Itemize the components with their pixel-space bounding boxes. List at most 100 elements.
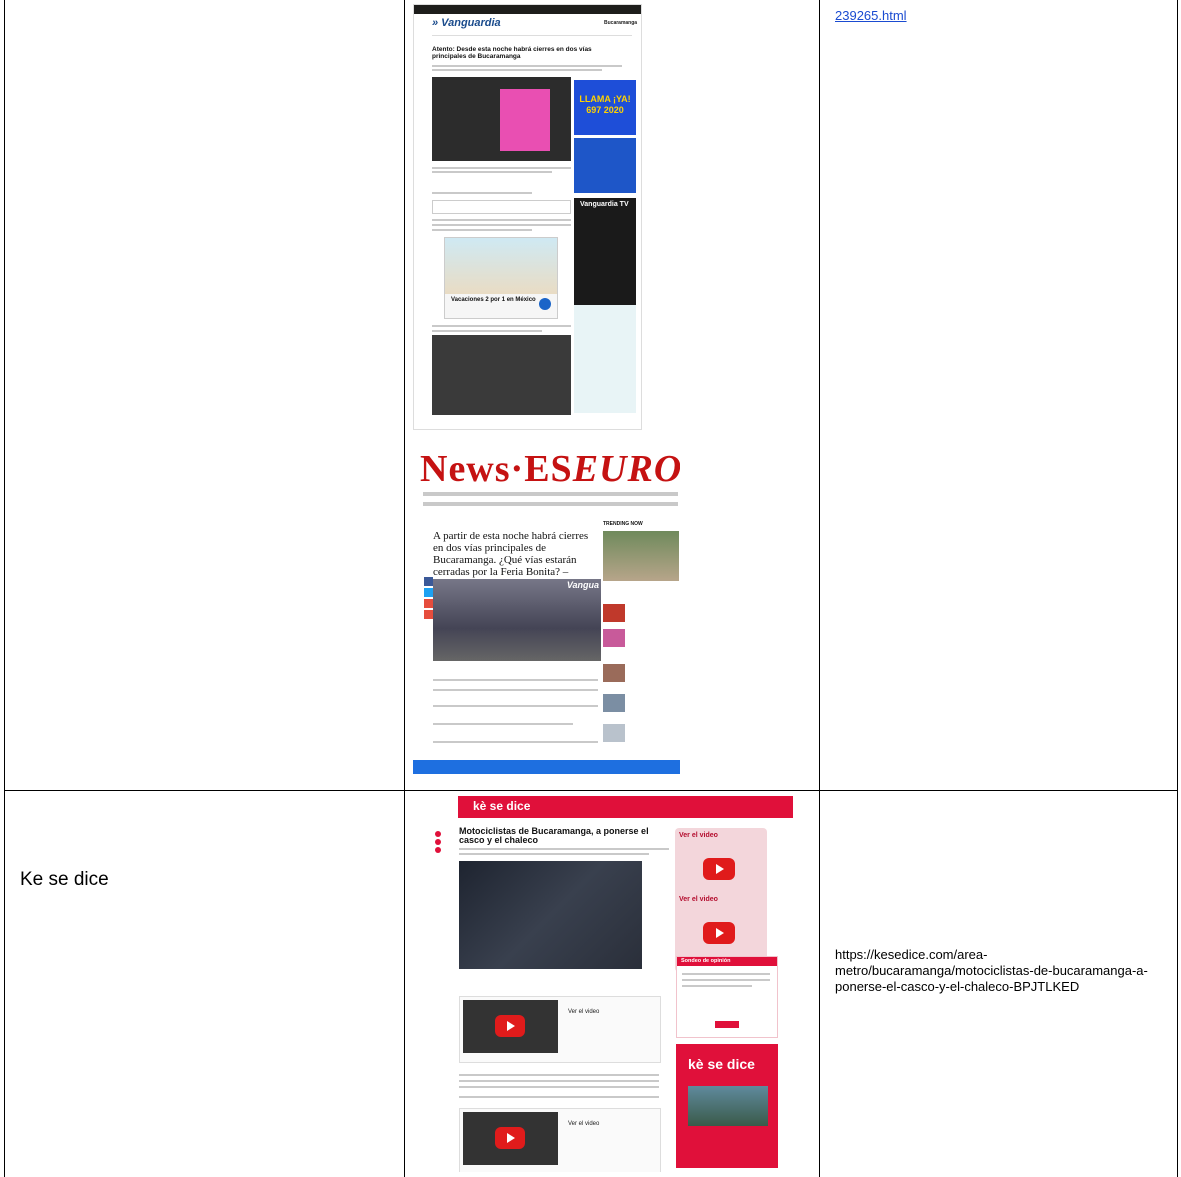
text-line xyxy=(682,973,770,975)
newseseuro-screenshot: News·ESEURO A partir de esta noche habrá… xyxy=(413,449,680,774)
trending-thumb xyxy=(603,724,625,742)
kesedice-header: kè se dice xyxy=(458,796,793,818)
text-line xyxy=(433,679,598,681)
video-card-label: Ver el video xyxy=(679,832,718,839)
poll-title: Sondeo de opinión xyxy=(681,958,731,964)
play-button-icon[interactable] xyxy=(703,858,735,880)
beach-ad-caption: Vacaciones 2 por 1 en México xyxy=(451,297,536,303)
text-line xyxy=(459,853,649,855)
trending-thumb xyxy=(603,664,625,682)
vanguardia-tv-label: Vanguardia TV xyxy=(580,201,629,208)
share-icon[interactable] xyxy=(435,839,441,845)
text-line xyxy=(432,219,571,221)
pinterest-icon[interactable] xyxy=(424,599,433,608)
newseseuro-trending-label: TRENDING NOW xyxy=(603,521,643,527)
text-line xyxy=(433,741,598,743)
play-button-icon[interactable] xyxy=(703,922,735,944)
text-line xyxy=(459,848,669,850)
text-line xyxy=(432,229,532,231)
twitter-icon[interactable] xyxy=(424,588,433,597)
kesedice-logo: kè se dice xyxy=(473,799,531,813)
vanguardia-side-ad xyxy=(574,138,636,193)
embedded-video-thumb xyxy=(463,1112,558,1165)
promo-logo: kè se dice xyxy=(688,1056,755,1072)
newseseuro-footer-bar xyxy=(413,760,680,774)
promo-image xyxy=(688,1086,768,1126)
text-line xyxy=(682,979,770,981)
text-line xyxy=(432,224,571,226)
trending-thumb xyxy=(603,629,625,647)
share-icon[interactable] xyxy=(435,847,441,853)
row2-source-name: Ke se dice xyxy=(20,869,109,890)
text-line xyxy=(432,171,552,173)
vanguardia-topbar xyxy=(414,5,641,14)
table-border-col1 xyxy=(404,0,405,1177)
play-button-icon[interactable] xyxy=(495,1015,525,1037)
beach-ad-image xyxy=(445,238,557,294)
trending-thumb xyxy=(603,694,625,712)
embedded-video-label: Ver el video xyxy=(568,1009,600,1015)
embedded-video-label: Ver el video xyxy=(568,1121,600,1127)
vanguardia-city: Bucaramanga xyxy=(604,20,638,26)
poll-submit-button[interactable] xyxy=(715,1021,739,1028)
play-icon xyxy=(716,864,724,874)
text-line xyxy=(432,69,602,71)
text-line xyxy=(432,325,571,327)
row1-url-link[interactable]: 239265.html xyxy=(835,8,1175,24)
video-card-label: Ver el video xyxy=(679,896,718,903)
text-line xyxy=(459,1074,659,1076)
play-icon xyxy=(507,1133,515,1143)
kesedice-embedded-video[interactable]: Ver el video xyxy=(459,996,661,1063)
newseseuro-logo: News·ESEURO xyxy=(420,449,680,491)
text-line xyxy=(433,689,598,691)
embedded-video-thumb xyxy=(463,1000,558,1053)
vanguardia-screenshot: » Vanguardia Bucaramanga Atento: Desde e… xyxy=(413,4,642,430)
text-line xyxy=(682,985,752,987)
text-line xyxy=(433,705,598,707)
kesedice-embedded-video[interactable]: Ver el video xyxy=(459,1108,661,1172)
row2-source-cell: Ke se dice xyxy=(5,791,404,1177)
text-line xyxy=(432,330,542,332)
trending-thumb xyxy=(603,604,625,622)
play-icon xyxy=(507,1021,515,1031)
newseseuro-nav-row xyxy=(423,502,678,506)
logo-part-b: EURO xyxy=(572,449,680,490)
vanguardia-audio-player[interactable] xyxy=(432,200,571,214)
text-line xyxy=(459,1080,659,1082)
text-line xyxy=(432,65,622,67)
call-ad-text: LLAMA ¡YA! 697 2020 xyxy=(579,94,631,115)
row1-source-cell xyxy=(5,0,404,790)
newseseuro-headline: A partir de esta noche habrá cierres en … xyxy=(433,530,589,578)
kesedice-main-photo xyxy=(459,861,642,969)
poll-header: Sondeo de opinión xyxy=(677,957,777,966)
newseseuro-photo: Vangua xyxy=(433,579,601,661)
trending-image xyxy=(603,531,679,581)
kesedice-headline: Motociclistas de Bucaramanga, a ponerse … xyxy=(459,826,649,845)
kesedice-promo: kè se dice xyxy=(676,1044,778,1168)
share-icon[interactable] xyxy=(435,831,441,837)
vanguardia-video[interactable] xyxy=(432,335,571,415)
chevron-right-icon[interactable] xyxy=(539,298,551,310)
text-line xyxy=(433,723,573,725)
photo-watermark: Vangua xyxy=(566,580,599,590)
vanguardia-logo: » Vanguardia xyxy=(432,17,501,29)
facebook-icon[interactable] xyxy=(424,577,433,586)
kesedice-screenshot: kè se dice Motociclistas de Bucaramanga,… xyxy=(413,796,793,1172)
ad-pink-panel xyxy=(500,89,550,151)
row2-url-text: https://kesedice.com/area-metro/bucarama… xyxy=(835,947,1148,994)
row2-url-cell: https://kesedice.com/area-metro/bucarama… xyxy=(820,791,1177,1177)
play-button-icon[interactable] xyxy=(495,1127,525,1149)
vanguardia-nav xyxy=(432,31,632,36)
share-icon[interactable] xyxy=(424,610,433,619)
vanguardia-ad-image xyxy=(432,77,571,161)
table-border-right xyxy=(1177,0,1178,1177)
vanguardia-beach-ad[interactable]: Vacaciones 2 por 1 en México xyxy=(444,237,558,319)
text-line xyxy=(459,1096,659,1098)
text-line xyxy=(432,192,532,194)
newseseuro-nav-row xyxy=(423,492,678,496)
play-icon xyxy=(716,928,724,938)
vanguardia-tv-panel: Vanguardia TV xyxy=(574,198,636,306)
row1-url-cell: 239265.html xyxy=(820,0,1177,790)
logo-part-a: News·ES xyxy=(420,449,573,490)
text-line xyxy=(459,1086,659,1088)
